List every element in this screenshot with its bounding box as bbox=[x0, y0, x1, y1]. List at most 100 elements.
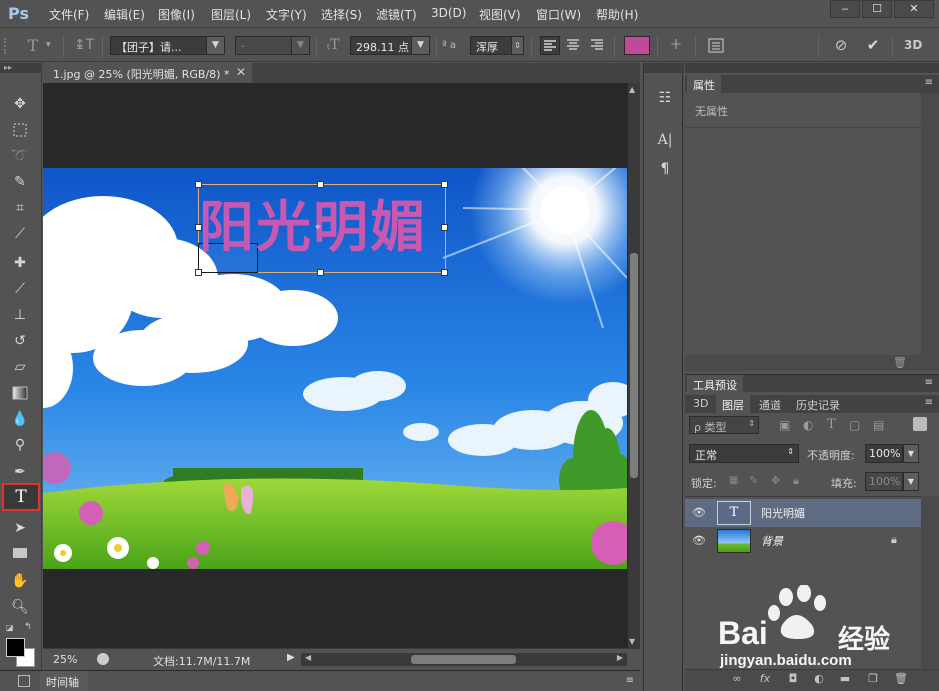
antialias-select[interactable]: 浑厚 ⇕ bbox=[470, 36, 524, 55]
close-window-button[interactable]: ✕ bbox=[894, 0, 934, 18]
menu-select[interactable]: 选择(S) bbox=[321, 6, 362, 23]
transform-handle[interactable] bbox=[195, 269, 202, 276]
timeline-icon[interactable] bbox=[18, 675, 30, 687]
panel-menu-icon[interactable]: ≡ bbox=[925, 77, 933, 88]
type-tool-icon[interactable]: T bbox=[22, 36, 44, 55]
properties-scrollbar[interactable] bbox=[921, 93, 939, 355]
healing-brush-tool-icon[interactable]: ✚ bbox=[8, 252, 32, 274]
commit-check-icon[interactable]: ✔ bbox=[862, 36, 884, 55]
add-mask-icon[interactable]: ◘ bbox=[785, 672, 801, 685]
character-panel-icon[interactable]: A| bbox=[654, 129, 676, 151]
text-color-swatch[interactable] bbox=[624, 36, 650, 55]
opacity-input[interactable]: 100% bbox=[865, 444, 903, 463]
fill-dropdown-icon[interactable]: ▼ bbox=[903, 472, 919, 491]
vertical-scroll-thumb[interactable] bbox=[630, 253, 638, 478]
layer-name[interactable]: 阳光明媚 bbox=[761, 505, 805, 521]
transform-handle[interactable] bbox=[195, 181, 202, 188]
cancel-icon[interactable]: ⊘ bbox=[830, 36, 852, 55]
marquee-tool-icon[interactable] bbox=[8, 119, 32, 141]
document-tab[interactable]: 1.jpg @ 25% (阳光明媚, RGB/8) * ✕ bbox=[43, 63, 252, 83]
lock-transparency-icon[interactable]: ▦ bbox=[729, 475, 738, 486]
align-left-button[interactable] bbox=[540, 36, 560, 55]
filter-type-icon[interactable]: T bbox=[827, 417, 836, 432]
blur-tool-icon[interactable]: 💧 bbox=[8, 408, 32, 430]
menu-edit[interactable]: 编辑(E) bbox=[104, 6, 145, 23]
default-colors-icon[interactable]: ◪ bbox=[6, 623, 16, 633]
scroll-right-icon[interactable]: ▶ bbox=[617, 653, 623, 662]
transform-handle[interactable] bbox=[195, 224, 202, 231]
tools-panel-collapse[interactable]: ▸▸ bbox=[0, 63, 42, 73]
delete-layer-icon[interactable]: 🗑︎ bbox=[893, 672, 909, 685]
quick-select-tool-icon[interactable]: ✎ bbox=[8, 171, 32, 193]
tab-layers[interactable]: 图层 bbox=[716, 395, 750, 413]
layer-name[interactable]: 背景 bbox=[761, 533, 783, 549]
menu-window[interactable]: 窗口(W) bbox=[536, 6, 581, 23]
type-tool-icon[interactable]: T bbox=[2, 483, 40, 511]
fill-input[interactable]: 100% bbox=[865, 472, 903, 491]
timeline-tab[interactable]: 时间轴 bbox=[40, 671, 88, 691]
zoom-tool-icon[interactable]: 🔍︎ bbox=[8, 596, 32, 618]
layer-row[interactable]: 👁︎ T 阳光明媚 bbox=[685, 499, 921, 527]
menu-file[interactable]: 文件(F) bbox=[49, 6, 89, 23]
scroll-up-icon[interactable]: ▲ bbox=[629, 85, 635, 94]
move-tool-icon[interactable]: ✥ bbox=[8, 93, 32, 115]
dock-collapse-bar[interactable] bbox=[644, 63, 684, 73]
menu-filter[interactable]: 滤镜(T) bbox=[376, 6, 417, 23]
tool-preset-arrow-icon[interactable]: ▾ bbox=[46, 36, 56, 55]
filter-pixel-icon[interactable]: ▣ bbox=[779, 418, 790, 432]
link-layers-icon[interactable]: ∞ bbox=[729, 672, 745, 685]
history-panel-icon[interactable]: ☷ bbox=[654, 87, 676, 109]
menu-layer[interactable]: 图层(L) bbox=[211, 6, 251, 23]
transform-handle[interactable] bbox=[317, 269, 324, 276]
menu-3d[interactable]: 3D(D) bbox=[431, 6, 466, 20]
panel-header-bar[interactable] bbox=[685, 63, 939, 73]
new-layer-icon[interactable]: ❐ bbox=[865, 672, 881, 685]
zoom-level[interactable]: 25% bbox=[53, 653, 77, 666]
options-grip[interactable] bbox=[4, 38, 10, 54]
3d-extrusion-button[interactable]: 3D bbox=[904, 36, 928, 55]
layer-row[interactable]: 👁︎ 背景 🔒︎ bbox=[685, 527, 921, 555]
transform-handle[interactable] bbox=[317, 181, 324, 188]
tab-tool-presets[interactable]: 工具预设 bbox=[687, 375, 743, 393]
transform-handle[interactable] bbox=[441, 181, 448, 188]
filter-shape-icon[interactable]: ▢ bbox=[849, 418, 860, 432]
crop-tool-icon[interactable]: ⌗ bbox=[8, 197, 32, 219]
align-center-button[interactable] bbox=[564, 36, 584, 55]
filter-smart-object-icon[interactable]: ▤ bbox=[873, 418, 884, 432]
new-group-icon[interactable]: ▬ bbox=[837, 672, 853, 685]
panel-menu-icon[interactable]: ≡ bbox=[626, 675, 634, 686]
visibility-eye-icon[interactable]: 👁︎ bbox=[692, 506, 706, 519]
eraser-tool-icon[interactable]: ▱ bbox=[8, 356, 32, 378]
tab-properties[interactable]: 属性 bbox=[687, 75, 721, 93]
share-icon[interactable] bbox=[97, 653, 109, 665]
font-family-select[interactable]: 【团子】请... ▼ bbox=[110, 36, 225, 55]
blend-mode-select[interactable]: 正常 ⇕ bbox=[689, 444, 799, 463]
font-size-select[interactable]: 298.11 点 ▼ bbox=[350, 36, 430, 55]
visibility-eye-icon[interactable]: 👁︎ bbox=[692, 534, 706, 547]
horizontal-scroll-thumb[interactable] bbox=[411, 655, 516, 664]
transform-handle[interactable] bbox=[441, 224, 448, 231]
foreground-color-swatch[interactable] bbox=[6, 638, 25, 657]
document-window[interactable]: 阳光明媚 ⌖ bbox=[43, 83, 627, 648]
horizontal-scrollbar[interactable]: ◀ ▶ bbox=[301, 653, 627, 666]
rectangle-tool-icon[interactable] bbox=[8, 542, 32, 564]
hand-tool-icon[interactable]: ✋ bbox=[8, 570, 32, 592]
status-menu-arrow-icon[interactable]: ▶ bbox=[287, 652, 295, 663]
history-brush-tool-icon[interactable]: ↺ bbox=[8, 330, 32, 352]
transform-center-icon[interactable]: ⌖ bbox=[315, 223, 325, 233]
minimize-button[interactable]: ‒ bbox=[830, 0, 860, 18]
transform-handle[interactable] bbox=[441, 269, 448, 276]
text-orientation-icon[interactable]: ↨T bbox=[72, 36, 96, 55]
tab-3d[interactable]: 3D bbox=[687, 395, 714, 413]
lock-all-icon[interactable]: 🔒︎ bbox=[793, 474, 799, 488]
menu-type[interactable]: 文字(Y) bbox=[266, 6, 307, 23]
path-selection-tool-icon[interactable]: ➤ bbox=[8, 517, 32, 539]
lasso-tool-icon[interactable]: ➰ bbox=[8, 145, 32, 167]
layer-style-icon[interactable]: fx bbox=[757, 672, 773, 685]
clone-stamp-tool-icon[interactable]: ⊥ bbox=[8, 304, 32, 326]
character-panel-button[interactable] bbox=[706, 36, 728, 55]
paragraph-panel-icon[interactable]: ¶ bbox=[654, 158, 676, 180]
swap-colors-icon[interactable]: ↰ bbox=[24, 622, 36, 632]
trash-icon[interactable]: 🗑︎ bbox=[893, 356, 907, 369]
adjustment-layer-icon[interactable]: ◐ bbox=[811, 672, 827, 685]
